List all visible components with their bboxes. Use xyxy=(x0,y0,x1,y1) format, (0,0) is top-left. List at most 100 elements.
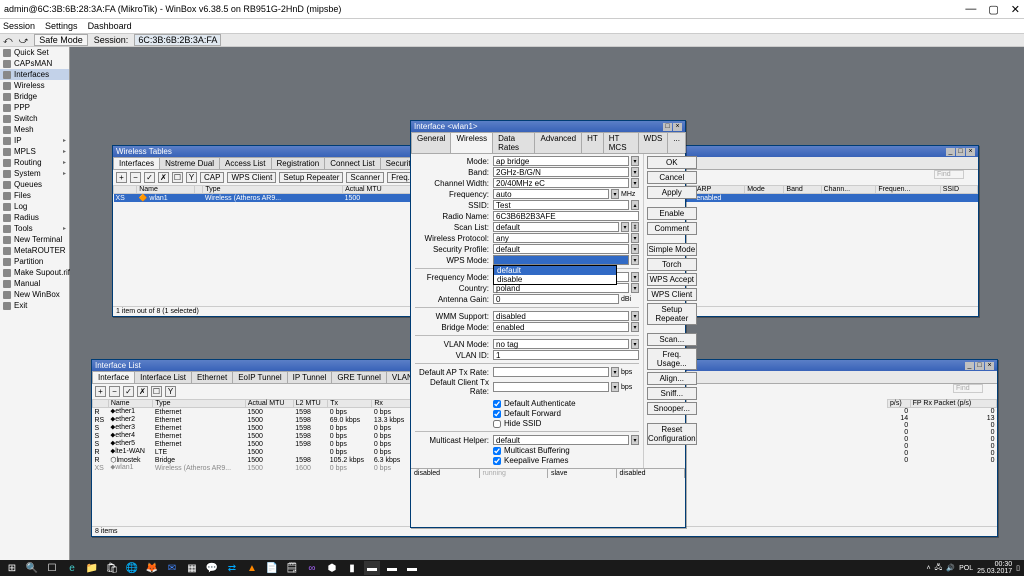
add-button[interactable]: + xyxy=(95,386,106,397)
sidebar-item-tools[interactable]: Tools▸ xyxy=(0,223,69,234)
chat-icon[interactable]: 💬 xyxy=(204,561,220,575)
chrome-icon[interactable]: 🌐 xyxy=(124,561,140,575)
sidebar-item-quickset[interactable]: Quick Set xyxy=(0,47,69,58)
chevron-down-icon[interactable]: ▾ xyxy=(631,233,639,243)
snooper-button[interactable]: Snooper... xyxy=(647,402,697,415)
vlc-icon[interactable]: ▲ xyxy=(244,561,260,575)
mode-combo[interactable]: ap bridge xyxy=(493,156,629,166)
sidebar-item-capsman[interactable]: CAPsMAN xyxy=(0,58,69,69)
thunderbird-icon[interactable]: ✉ xyxy=(164,561,180,575)
chevron-down-icon[interactable]: ▾ xyxy=(621,222,629,232)
tab-wds[interactable]: WDS xyxy=(638,132,669,153)
start-button[interactable]: ⊞ xyxy=(4,561,20,575)
col-header[interactable]: Tx xyxy=(328,400,372,408)
default-forward-check[interactable] xyxy=(493,410,501,418)
col-header[interactable]: Name xyxy=(137,186,194,194)
teamviewer-icon[interactable]: ⇄ xyxy=(224,561,240,575)
app3-icon[interactable]: ▬ xyxy=(404,561,420,575)
sidebar-item-ip[interactable]: IP▸ xyxy=(0,135,69,146)
toolbar--button[interactable]: ✓ xyxy=(144,172,155,183)
resetconfiguration-button[interactable]: Reset Configuration xyxy=(647,423,697,445)
col-header[interactable] xyxy=(114,186,137,194)
chevron-down-icon[interactable]: ▾ xyxy=(611,189,619,199)
table-row[interactable]: R⬡lmostekBridge15001598105.2 kbps6.3 kbp… xyxy=(93,456,412,464)
band-combo[interactable]: 2GHz-B/G/N xyxy=(493,167,629,177)
toolbar-setuprepeater-button[interactable]: Setup Repeater xyxy=(279,172,343,183)
tab-accesslist[interactable]: Access List xyxy=(219,157,271,169)
col-header[interactable]: Mode xyxy=(745,186,784,194)
tray-chevron-icon[interactable]: ˄ xyxy=(926,565,930,572)
table-row[interactable]: S⬥ether3Ethernet150015980 bps0 bps xyxy=(93,424,412,432)
chevron-down-icon[interactable]: ▾ xyxy=(631,156,639,166)
tab-advanced[interactable]: Advanced xyxy=(534,132,582,153)
multicast-buffering-check[interactable] xyxy=(493,447,501,455)
table-row[interactable]: R⬥ether1Ethernet150015980 bps0 bps xyxy=(93,408,412,417)
store-icon[interactable]: 🛍 xyxy=(104,561,120,575)
explorer-icon[interactable]: 📁 xyxy=(84,561,100,575)
table-row[interactable]: 00 xyxy=(888,436,997,443)
remove-button[interactable]: − xyxy=(109,386,120,397)
close-icon[interactable]: × xyxy=(966,148,975,156)
tray-network-icon[interactable]: 🖧 xyxy=(935,563,943,574)
sidebar-item-queues[interactable]: Queues xyxy=(0,179,69,190)
table-row[interactable]: S⬥ether5Ethernet150015980 bps0 bps xyxy=(93,440,412,448)
close-icon[interactable]: × xyxy=(985,362,994,370)
table-cell[interactable] xyxy=(194,194,203,203)
safe-mode-button[interactable]: Safe Mode xyxy=(34,34,88,46)
table-cell[interactable] xyxy=(876,194,940,203)
wpsaccept-button[interactable]: WPS Accept xyxy=(647,273,697,286)
tab-iptunnel[interactable]: IP Tunnel xyxy=(287,371,333,383)
sidebar-item-exit[interactable]: Exit xyxy=(0,300,69,311)
sidebar-item-interfaces[interactable]: Interfaces xyxy=(0,69,69,80)
table-row[interactable]: 00 xyxy=(888,443,997,450)
tab-interfaces[interactable]: Interfaces xyxy=(113,157,160,169)
col-header[interactable]: FP Rx Packet (p/s) xyxy=(910,400,996,408)
wps-mode-combo[interactable] xyxy=(493,255,629,265)
menu-session[interactable]: Session xyxy=(3,21,35,31)
disable-button[interactable]: ✗ xyxy=(137,386,148,397)
max-icon[interactable]: □ xyxy=(663,123,672,131)
tray-volume-icon[interactable]: 🔊 xyxy=(946,564,955,572)
col-header[interactable] xyxy=(93,400,109,408)
col-header[interactable]: Frequen... xyxy=(876,186,940,194)
toolbar-scanner-button[interactable]: Scanner xyxy=(346,172,384,183)
menu-dashboard[interactable]: Dashboard xyxy=(88,21,132,31)
tab-registration[interactable]: Registration xyxy=(271,157,326,169)
table-cell[interactable]: 1500 xyxy=(343,194,415,203)
wireless-protocol-combo[interactable]: any xyxy=(493,233,629,243)
chevron-down-icon[interactable]: ▾ xyxy=(631,283,639,293)
toolbar--button[interactable]: − xyxy=(130,172,141,183)
forward-icon[interactable]: ⤻ xyxy=(19,35,29,46)
tray-notif-icon[interactable]: ▯ xyxy=(1016,564,1020,572)
search-icon[interactable]: 🔍 xyxy=(24,561,40,575)
chevron-down-icon[interactable]: ▾ xyxy=(611,367,619,377)
col-header[interactable]: Band xyxy=(784,186,821,194)
wmm-support-combo[interactable]: disabled xyxy=(493,311,629,321)
sidebar-item-makesupoutrif[interactable]: Make Supout.rif xyxy=(0,267,69,278)
toolbar--button[interactable]: ☐ xyxy=(172,172,183,183)
spinner-icon[interactable]: ⇕ xyxy=(631,222,639,232)
max-icon[interactable]: □ xyxy=(956,148,965,156)
filter-button[interactable]: Y xyxy=(165,386,176,397)
comment-button[interactable]: ☐ xyxy=(151,386,162,397)
tab-ht[interactable]: HT xyxy=(581,132,604,153)
vlan-id-input[interactable] xyxy=(493,350,639,360)
antenna-gain-input[interactable] xyxy=(493,294,619,304)
table-row[interactable]: XS⬥wlan1Wireless (Atheros AR9...15001600… xyxy=(93,464,412,472)
tab-wireless[interactable]: Wireless xyxy=(450,132,493,153)
sidebar-item-bridge[interactable]: Bridge xyxy=(0,91,69,102)
sidebar-item-newterminal[interactable]: New Terminal xyxy=(0,234,69,245)
col-header[interactable]: SSID xyxy=(940,186,977,194)
tab-gretunnel[interactable]: GRE Tunnel xyxy=(331,371,387,383)
ok-button[interactable]: OK xyxy=(647,156,697,169)
winscp-icon[interactable]: 📄 xyxy=(264,561,280,575)
torch-button[interactable]: Torch xyxy=(647,258,697,271)
cmd-icon[interactable]: ▮ xyxy=(344,561,360,575)
col-header[interactable]: L2 MTU xyxy=(293,400,327,408)
tab-interfacelist[interactable]: Interface List xyxy=(134,371,192,383)
security-profile-combo[interactable]: default xyxy=(493,244,629,254)
find-input[interactable]: Find xyxy=(953,384,983,393)
enable-button[interactable]: ✓ xyxy=(123,386,134,397)
chevron-down-icon[interactable]: ▾ xyxy=(631,435,639,445)
wps-option-disable[interactable]: disable xyxy=(494,275,616,284)
